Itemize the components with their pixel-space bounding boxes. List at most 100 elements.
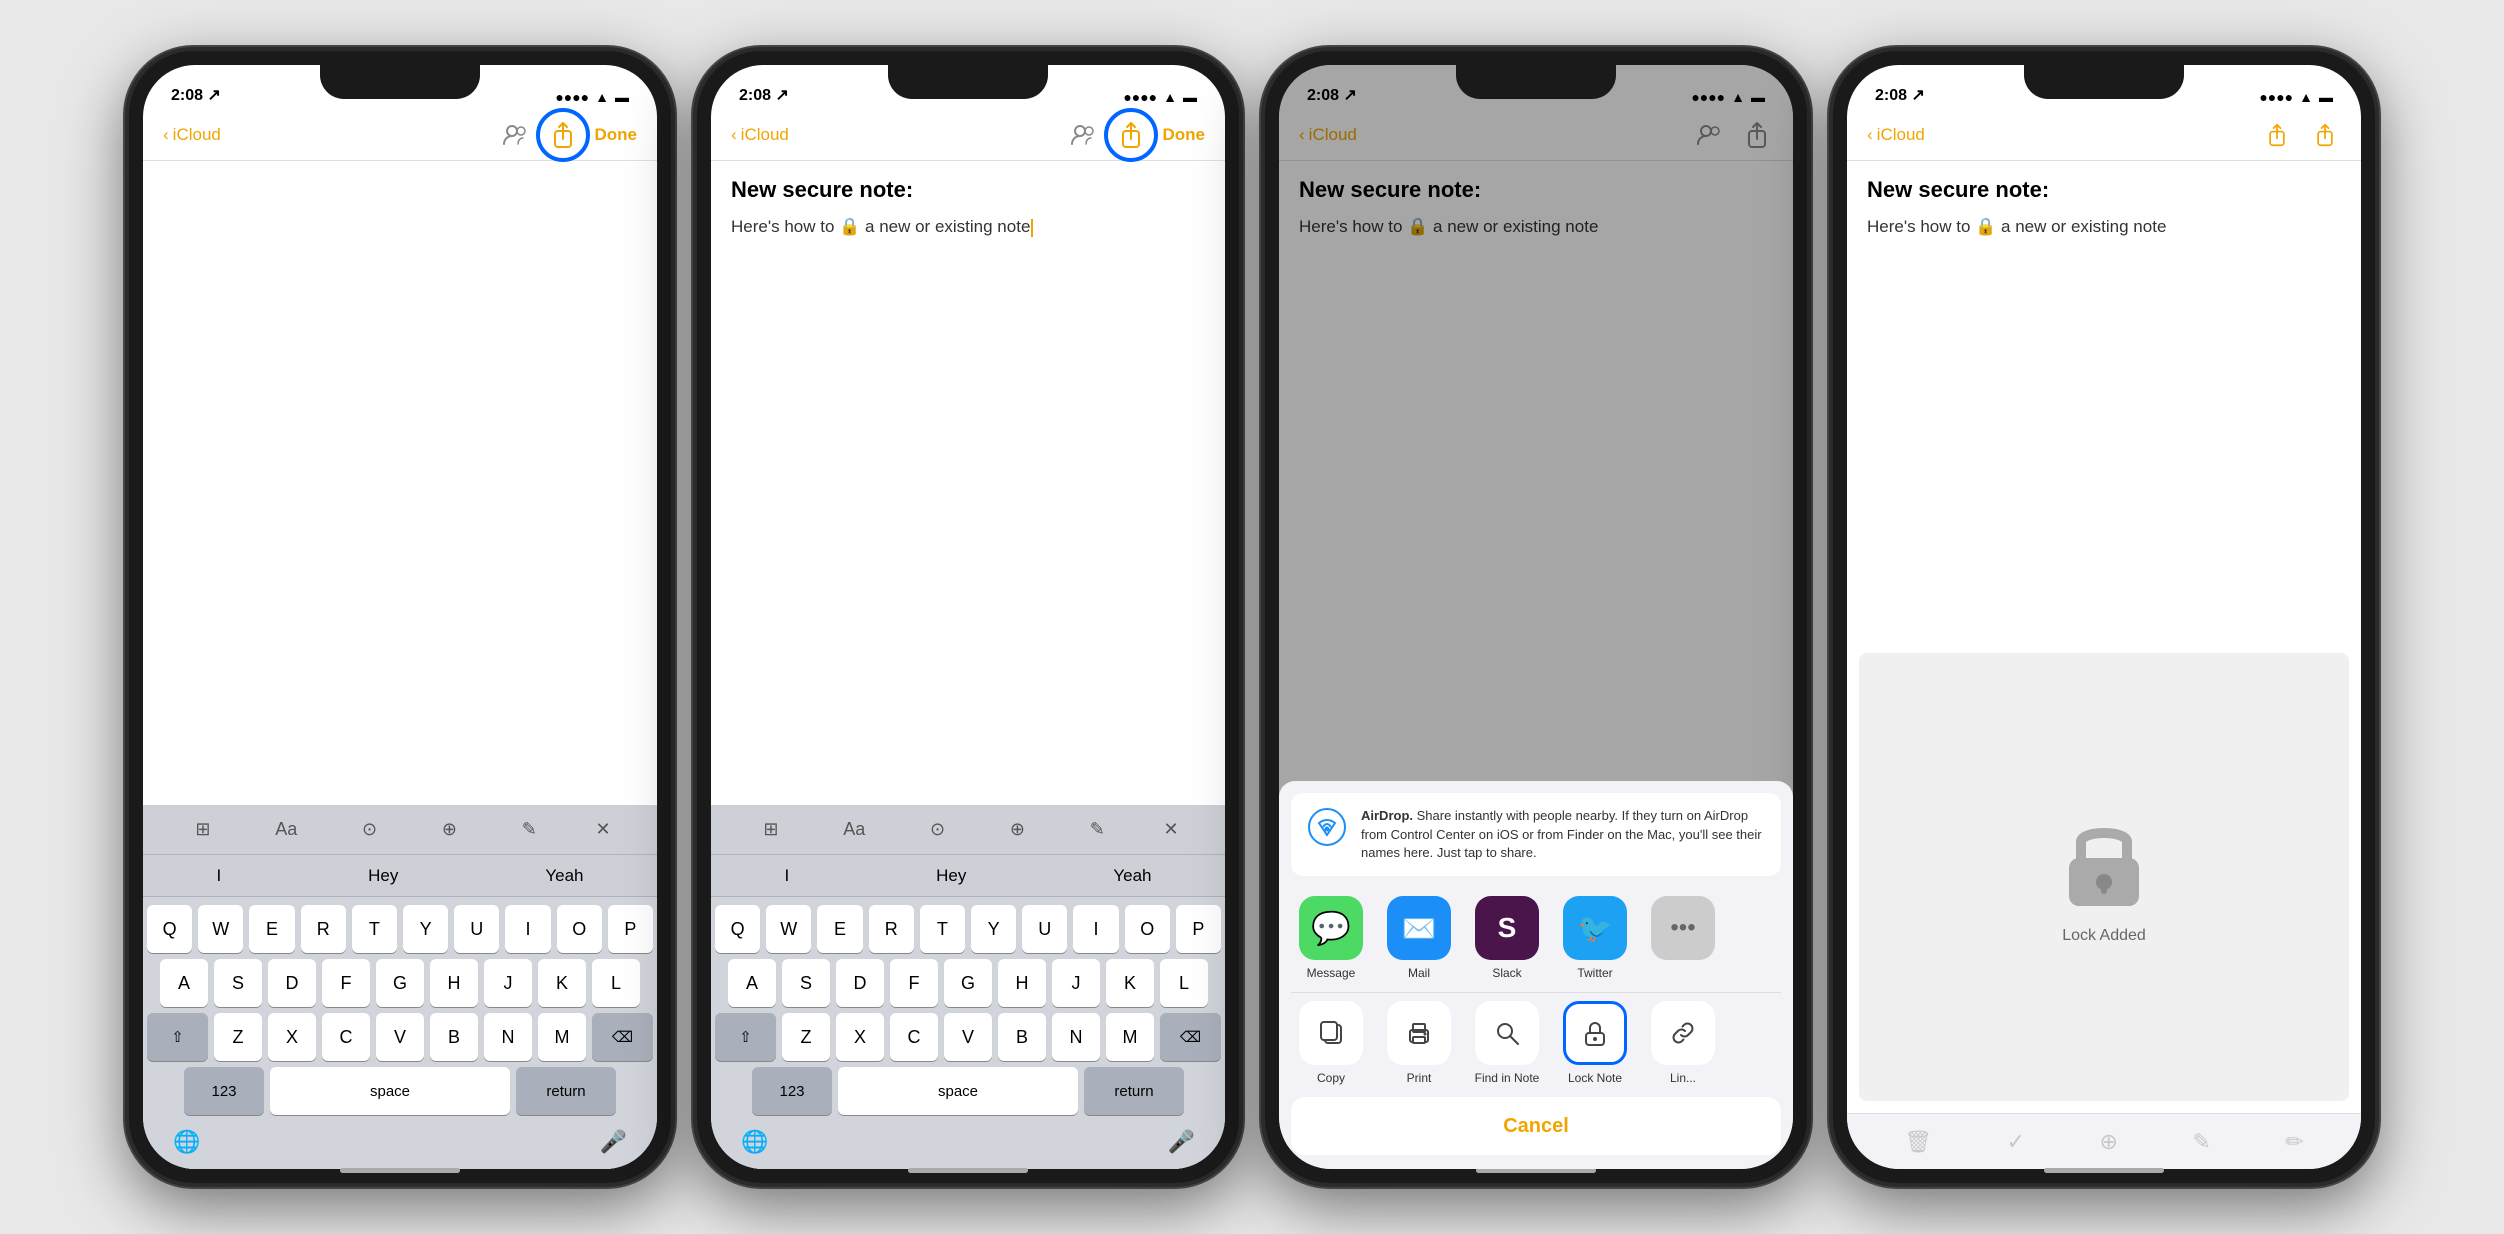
action-find-3[interactable]: Find in Note xyxy=(1467,1001,1547,1085)
close-kb-icon-2[interactable]: ✕ xyxy=(1164,819,1179,840)
key-y-2[interactable]: Y xyxy=(971,905,1016,953)
back-button-1[interactable]: ‹ iCloud xyxy=(163,125,221,145)
share-icon-4a[interactable] xyxy=(2261,119,2293,151)
key-c-2[interactable]: C xyxy=(890,1013,938,1061)
format-icon-2[interactable]: Aa xyxy=(837,813,871,846)
key-l-2[interactable]: L xyxy=(1160,959,1208,1007)
share-icon-2[interactable] xyxy=(1115,119,1147,151)
key-a-2[interactable]: A xyxy=(728,959,776,1007)
app-mail-3[interactable]: ✉️ Mail xyxy=(1379,896,1459,980)
key-x-1[interactable]: X xyxy=(268,1013,316,1061)
key-w-2[interactable]: W xyxy=(766,905,811,953)
key-t-2[interactable]: T xyxy=(920,905,965,953)
key-i-1[interactable]: I xyxy=(505,905,550,953)
people-icon-1[interactable] xyxy=(499,119,531,151)
key-v-1[interactable]: V xyxy=(376,1013,424,1061)
pen-icon-2[interactable]: ✎ xyxy=(1084,813,1111,846)
table-icon-2[interactable]: ⊞ xyxy=(757,813,784,846)
check-icon-1[interactable]: ⊙ xyxy=(356,813,383,846)
key-h-2[interactable]: H xyxy=(998,959,1046,1007)
key-space-2[interactable]: space xyxy=(838,1067,1078,1115)
key-o-1[interactable]: O xyxy=(557,905,602,953)
action-link-3[interactable]: Lin... xyxy=(1643,1001,1723,1085)
add-icon-1[interactable]: ⊕ xyxy=(436,813,463,846)
key-f-2[interactable]: F xyxy=(890,959,938,1007)
key-o-2[interactable]: O xyxy=(1125,905,1170,953)
key-v-2[interactable]: V xyxy=(944,1013,992,1061)
key-p-1[interactable]: P xyxy=(608,905,653,953)
suggestion-hey-1[interactable]: Hey xyxy=(348,862,418,890)
key-return-1[interactable]: return xyxy=(516,1067,616,1115)
key-k-2[interactable]: K xyxy=(1106,959,1154,1007)
key-t-1[interactable]: T xyxy=(352,905,397,953)
close-kb-icon-1[interactable]: ✕ xyxy=(596,819,611,840)
key-backspace-2[interactable]: ⌫ xyxy=(1160,1013,1221,1061)
cancel-button-3[interactable]: Cancel xyxy=(1291,1097,1781,1155)
key-q-1[interactable]: Q xyxy=(147,905,192,953)
format-icon-1[interactable]: Aa xyxy=(269,813,303,846)
key-shift-1[interactable]: ⇧ xyxy=(147,1013,208,1061)
key-j-1[interactable]: J xyxy=(484,959,532,1007)
key-n-1[interactable]: N xyxy=(484,1013,532,1061)
action-print-3[interactable]: Print xyxy=(1379,1001,1459,1085)
key-u-2[interactable]: U xyxy=(1022,905,1067,953)
share-icon-wrapper-1[interactable] xyxy=(547,119,579,151)
table-icon-1[interactable]: ⊞ xyxy=(189,813,216,846)
key-e-2[interactable]: E xyxy=(817,905,862,953)
key-n-2[interactable]: N xyxy=(1052,1013,1100,1061)
key-shift-2[interactable]: ⇧ xyxy=(715,1013,776,1061)
action-copy-3[interactable]: Copy xyxy=(1291,1001,1371,1085)
key-g-1[interactable]: G xyxy=(376,959,424,1007)
key-space-1[interactable]: space xyxy=(270,1067,510,1115)
back-button-4[interactable]: ‹ iCloud xyxy=(1867,125,1925,145)
key-u-1[interactable]: U xyxy=(454,905,499,953)
key-q-2[interactable]: Q xyxy=(715,905,760,953)
pen-icon-1[interactable]: ✎ xyxy=(516,813,543,846)
key-b-2[interactable]: B xyxy=(998,1013,1046,1061)
check-icon-2[interactable]: ⊙ xyxy=(924,813,951,846)
suggestion-i-1[interactable]: I xyxy=(196,862,241,890)
globe-icon-2[interactable]: 🌐 xyxy=(741,1129,768,1155)
key-c-1[interactable]: C xyxy=(322,1013,370,1061)
people-icon-2[interactable] xyxy=(1067,119,1099,151)
add-toolbar-4[interactable]: ⊕ xyxy=(2100,1129,2118,1155)
key-p-2[interactable]: P xyxy=(1176,905,1221,953)
app-twitter-3[interactable]: 🐦 Twitter xyxy=(1555,896,1635,980)
key-x-2[interactable]: X xyxy=(836,1013,884,1061)
back-button-2[interactable]: ‹ iCloud xyxy=(731,125,789,145)
suggestion-hey-2[interactable]: Hey xyxy=(916,862,986,890)
key-i-2[interactable]: I xyxy=(1073,905,1118,953)
key-k-1[interactable]: K xyxy=(538,959,586,1007)
key-r-2[interactable]: R xyxy=(869,905,914,953)
key-s-2[interactable]: S xyxy=(782,959,830,1007)
key-h-1[interactable]: H xyxy=(430,959,478,1007)
key-a-1[interactable]: A xyxy=(160,959,208,1007)
globe-icon-1[interactable]: 🌐 xyxy=(173,1129,200,1155)
key-z-2[interactable]: Z xyxy=(782,1013,830,1061)
done-button-1[interactable]: Done xyxy=(595,125,638,145)
add-icon-2[interactable]: ⊕ xyxy=(1004,813,1031,846)
action-lock-3[interactable]: Lock Note xyxy=(1555,1001,1635,1085)
share-icon-1[interactable] xyxy=(547,119,579,151)
app-message-3[interactable]: 💬 Message xyxy=(1291,896,1371,980)
key-l-1[interactable]: L xyxy=(592,959,640,1007)
key-backspace-1[interactable]: ⌫ xyxy=(592,1013,653,1061)
key-y-1[interactable]: Y xyxy=(403,905,448,953)
suggestion-yeah-2[interactable]: Yeah xyxy=(1093,862,1171,890)
share-icon-4b[interactable] xyxy=(2309,119,2341,151)
key-b-1[interactable]: B xyxy=(430,1013,478,1061)
app-slack-3[interactable]: S Slack xyxy=(1467,896,1547,980)
key-z-1[interactable]: Z xyxy=(214,1013,262,1061)
key-f-1[interactable]: F xyxy=(322,959,370,1007)
mic-icon-2[interactable]: 🎤 xyxy=(1168,1129,1195,1155)
key-123-2[interactable]: 123 xyxy=(752,1067,832,1115)
key-123-1[interactable]: 123 xyxy=(184,1067,264,1115)
trash-icon-4[interactable]: 🗑 xyxy=(1904,1129,1932,1155)
suggestion-i-2[interactable]: I xyxy=(764,862,809,890)
share-icon-wrapper-2[interactable] xyxy=(1115,119,1147,151)
compose-toolbar-4[interactable]: ✏ xyxy=(2285,1129,2303,1155)
key-j-2[interactable]: J xyxy=(1052,959,1100,1007)
key-s-1[interactable]: S xyxy=(214,959,262,1007)
key-m-1[interactable]: M xyxy=(538,1013,586,1061)
key-e-1[interactable]: E xyxy=(249,905,294,953)
